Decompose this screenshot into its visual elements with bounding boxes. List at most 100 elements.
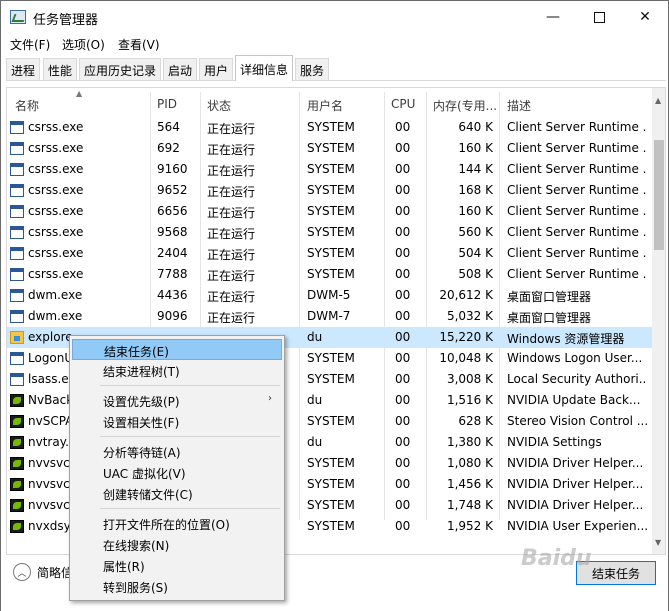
cell-user: du [307, 435, 323, 449]
context-menu-item[interactable]: UAC 虚拟化(V) [72, 462, 282, 483]
column-status[interactable]: 状态 [207, 97, 231, 114]
cell-user: du [307, 330, 323, 344]
window-icon [10, 310, 24, 323]
title-bar: 任务管理器 — ✕ [1, 1, 668, 33]
cell-pid: 564 [157, 120, 180, 134]
context-menu-item[interactable]: 属性(R) [72, 555, 282, 576]
column-cpu[interactable]: CPU [391, 97, 415, 111]
cell-name: csrss.exe [28, 204, 84, 218]
window-icon [10, 121, 24, 134]
context-menu-item[interactable]: 创建转储文件(C) [72, 483, 282, 504]
context-menu-item[interactable]: 结束任务(E) [72, 339, 282, 360]
context-menu-item[interactable]: 结束进程树(T) [72, 360, 282, 381]
cell-cpu: 00 [395, 183, 411, 197]
cell-user: SYSTEM [307, 246, 355, 260]
table-row[interactable]: csrss.exe 9160 正在运行 SYSTEM 00 144 K Client Ser… [7, 159, 652, 180]
maximize-button[interactable] [576, 1, 622, 33]
tab-services[interactable]: 服务 [295, 58, 330, 80]
cell-status: 正在运行 [207, 248, 256, 262]
cell-user: SYSTEM [307, 141, 355, 155]
close-button[interactable]: ✕ [622, 1, 668, 33]
table-row[interactable]: csrss.exe 564 正在运行 SYSTEM 00 640 K Client Serv… [7, 117, 652, 138]
window-icon [10, 352, 24, 365]
context-menu-item[interactable]: 设置相关性(F) [72, 411, 282, 432]
cell-cpu: 00 [395, 120, 411, 134]
scroll-up-icon[interactable]: ▲ [655, 96, 661, 105]
cell-user: SYSTEM [307, 267, 355, 281]
tab-startup[interactable]: 启动 [163, 58, 198, 80]
tab-users[interactable]: 用户 [199, 58, 234, 80]
context-menu-label: 设置相关性(F) [103, 416, 180, 430]
cell-cpu: 00 [395, 351, 411, 365]
cell-desc: Local Security Authori... [507, 372, 647, 386]
context-menu-item[interactable]: 打开文件所在的位置(O) [72, 513, 282, 534]
nvidia-icon [10, 394, 24, 407]
vertical-scrollbar[interactable]: ▲ ▼ [652, 88, 665, 554]
cell-user: DWM-7 [307, 309, 351, 323]
context-menu-label: 打开文件所在的位置(O) [103, 518, 230, 532]
menu-options[interactable]: 选项(O) [62, 36, 105, 53]
tab-processes[interactable]: 进程 [6, 58, 41, 80]
scroll-thumb[interactable] [654, 140, 664, 250]
tab-details[interactable]: 详细信息 [235, 55, 294, 81]
table-row[interactable]: dwm.exe 4436 正在运行 DWM-5 00 20,612 K 桌面窗口管理器 [7, 285, 652, 306]
cell-name: csrss.exe [28, 141, 84, 155]
cell-status: 正在运行 [207, 143, 256, 157]
cell-user: SYSTEM [307, 204, 355, 218]
table-row[interactable]: csrss.exe 9568 正在运行 SYSTEM 00 560 K Client Ser… [7, 222, 652, 243]
table-row[interactable]: csrss.exe 6656 正在运行 SYSTEM 00 160 K Client Ser… [7, 201, 652, 222]
column-username[interactable]: 用户名 [307, 97, 343, 114]
cell-name: csrss.exe [28, 120, 84, 134]
table-row[interactable]: csrss.exe 7788 正在运行 SYSTEM 00 508 K Client Ser… [7, 264, 652, 285]
table-row[interactable]: csrss.exe 692 正在运行 SYSTEM 00 160 K Client Serv… [7, 138, 652, 159]
context-menu-item[interactable]: 分析等待链(A) [72, 441, 282, 462]
nvidia-icon [10, 457, 24, 470]
column-description[interactable]: 描述 [507, 97, 531, 114]
cell-cpu: 00 [395, 288, 411, 302]
cell-desc: Client Server Runtime ... [507, 120, 647, 134]
cell-mem: 160 K [458, 204, 493, 218]
cell-mem: 5,032 K [446, 309, 493, 323]
table-row[interactable]: dwm.exe 9096 正在运行 DWM-7 00 5,032 K 桌面窗口管理器 [7, 306, 652, 327]
cell-mem: 3,008 K [446, 372, 493, 386]
column-memory[interactable]: 内存(专用... [433, 97, 497, 114]
table-row[interactable]: csrss.exe 9652 正在运行 SYSTEM 00 168 K Client Ser… [7, 180, 652, 201]
cell-name: dwm.exe [28, 288, 83, 302]
cell-desc: NVIDIA Driver Helper... [507, 456, 644, 470]
collapse-up-icon[interactable]: ︿ [13, 563, 31, 581]
menu-file[interactable]: 文件(F) [10, 36, 50, 53]
tab-strip: 进程 性能 应用历史记录 启动 用户 详细信息 服务 [6, 55, 666, 81]
cell-user: SYSTEM [307, 183, 355, 197]
cell-user: du [307, 393, 323, 407]
cell-name: nvvsvc. [28, 498, 74, 512]
context-menu-label: 在线搜索(N) [103, 539, 170, 553]
scroll-down-icon[interactable]: ▼ [655, 538, 661, 547]
cell-mem: 504 K [458, 246, 493, 260]
cell-cpu: 00 [395, 393, 411, 407]
cell-desc: Client Server Runtime ... [507, 162, 647, 176]
context-menu-label: 属性(R) [103, 560, 145, 574]
submenu-arrow-icon: › [268, 393, 272, 404]
cell-mem: 1,748 K [446, 498, 493, 512]
context-menu-item[interactable]: 在线搜索(N) [72, 534, 282, 555]
context-menu-item[interactable]: 设置优先级(P) › [72, 390, 282, 411]
table-header: ▲ 名称 PID 状态 用户名 CPU 内存(专用... 描述 [7, 88, 652, 520]
brief-info-link[interactable]: 简略信 [37, 564, 73, 581]
column-pid[interactable]: PID [157, 97, 177, 111]
tab-performance[interactable]: 性能 [43, 58, 78, 80]
menu-view[interactable]: 查看(V) [118, 36, 160, 53]
column-name[interactable]: 名称 [15, 97, 39, 114]
menu-separator [100, 385, 280, 386]
context-menu-label: UAC 虚拟化(V) [103, 467, 186, 481]
task-manager-icon [10, 10, 26, 24]
minimize-button[interactable]: — [530, 1, 576, 33]
cell-desc: Client Server Runtime ... [507, 267, 647, 281]
tab-app-history[interactable]: 应用历史记录 [79, 58, 162, 80]
cell-status: 正在运行 [207, 269, 256, 283]
context-menu-item[interactable]: 转到服务(S) [72, 576, 282, 597]
cell-desc: NVIDIA User Experien... [507, 519, 647, 533]
table-row[interactable]: csrss.exe 2404 正在运行 SYSTEM 00 504 K Client Ser… [7, 243, 652, 264]
cell-mem: 628 K [458, 414, 493, 428]
cell-user: SYSTEM [307, 162, 355, 176]
cell-desc: NVIDIA Update Back... [507, 393, 641, 407]
